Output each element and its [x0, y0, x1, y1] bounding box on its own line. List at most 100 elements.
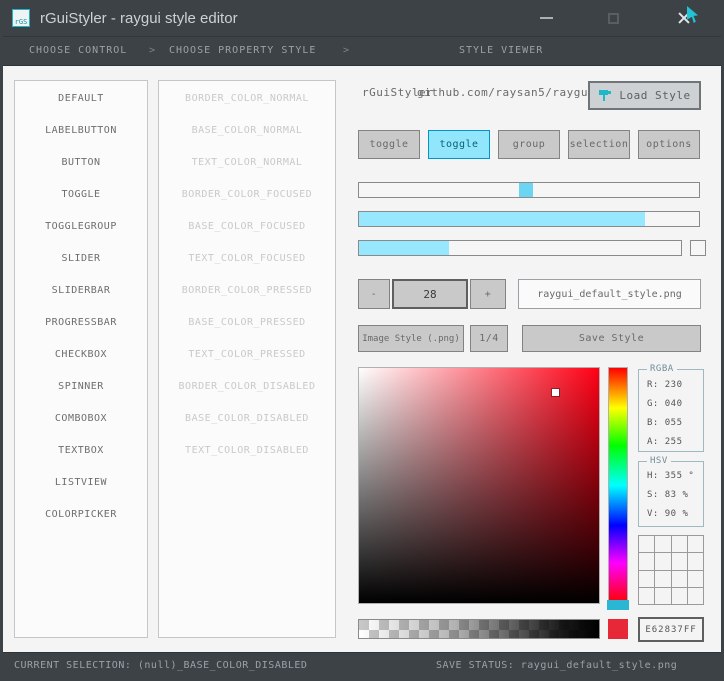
- list-item-colorpicker[interactable]: COLORPICKER: [15, 499, 147, 531]
- repo-label: github.com/raysan5/raygui: [417, 86, 596, 99]
- list-item-labelbutton[interactable]: LABELBUTTON: [15, 115, 147, 147]
- filename-textbox[interactable]: raygui_default_style.png: [518, 279, 701, 309]
- paint-roller-icon: [599, 90, 612, 101]
- spinner-minus-button[interactable]: -: [358, 279, 390, 309]
- property-style-list: BORDER_COLOR_NORMAL BASE_COLOR_NORMAL TE…: [158, 80, 336, 638]
- list-item-progressbar[interactable]: PROGRESSBAR: [15, 307, 147, 339]
- hex-value-box[interactable]: E62837FF: [638, 617, 704, 642]
- swatch-cell[interactable]: [687, 553, 703, 570]
- section-choose-property-style: CHOOSE PROPERTY STYLE: [169, 45, 317, 56]
- swatch-cell[interactable]: [639, 553, 655, 570]
- maximize-icon: [607, 12, 619, 24]
- checkbox[interactable]: [690, 240, 706, 256]
- list-item-textbox[interactable]: TEXTBOX: [15, 435, 147, 467]
- swatch-cell[interactable]: [655, 553, 671, 570]
- window-title: rGuiStyler - raygui style editor: [40, 9, 238, 27]
- swatch-cell[interactable]: [639, 587, 655, 604]
- swatch-cell[interactable]: [655, 587, 671, 604]
- list-item-combobox[interactable]: COMBOBOX: [15, 403, 147, 435]
- list-item-base-color-disabled[interactable]: BASE_COLOR_DISABLED: [159, 403, 335, 435]
- color-swatch-grid: [638, 535, 704, 605]
- minimize-icon: [539, 17, 553, 19]
- list-item-sliderbar[interactable]: SLIDERBAR: [15, 275, 147, 307]
- app-icon: rGS: [12, 9, 30, 27]
- toggle-button-3[interactable]: selection: [568, 130, 630, 159]
- slider[interactable]: [358, 182, 700, 198]
- current-selection-status: CURRENT SELECTION: (null)_BASE_COLOR_DIS…: [14, 660, 308, 671]
- rgba-a-value[interactable]: A: 255: [639, 433, 703, 452]
- swatch-cell[interactable]: [687, 570, 703, 587]
- list-item-text-color-disabled[interactable]: TEXT_COLOR_DISABLED: [159, 435, 335, 467]
- save-status: SAVE STATUS: raygui_default_style.png: [436, 660, 678, 671]
- swatch-cell[interactable]: [687, 536, 703, 553]
- load-style-label: Load Style: [619, 89, 691, 102]
- hsv-groupbox: HSV H: 355 ° S: 83 % V: 90 %: [638, 456, 704, 527]
- section-style-viewer: STYLE VIEWER: [459, 45, 544, 56]
- rgba-r-value[interactable]: R: 230: [639, 376, 703, 395]
- alpha-bar[interactable]: [358, 619, 600, 639]
- spinner-plus-button[interactable]: +: [470, 279, 506, 309]
- controls-list: DEFAULT LABELBUTTON BUTTON TOGGLE TOGGLE…: [14, 80, 148, 638]
- slider-bar[interactable]: [358, 240, 682, 256]
- hue-bar-handle[interactable]: [607, 600, 629, 610]
- app-window: rGS rGuiStyler - raygui style editor CHO…: [0, 0, 724, 681]
- swatch-cell[interactable]: [655, 570, 671, 587]
- swatch-cell[interactable]: [639, 570, 655, 587]
- titlebar: rGS rGuiStyler - raygui style editor: [3, 0, 721, 36]
- hsv-title: HSV: [647, 456, 671, 466]
- list-item-base-color-normal[interactable]: BASE_COLOR_NORMAL: [159, 115, 335, 147]
- format-count-button[interactable]: 1/4: [470, 325, 508, 352]
- statusbar: CURRENT SELECTION: (null)_BASE_COLOR_DIS…: [3, 652, 721, 679]
- list-item-default[interactable]: DEFAULT: [15, 83, 147, 115]
- slider-bar-fill: [359, 241, 449, 255]
- hsv-v-value[interactable]: V: 90 %: [639, 505, 703, 524]
- swatch-cell[interactable]: [655, 536, 671, 553]
- list-item-text-color-focused[interactable]: TEXT_COLOR_FOCUSED: [159, 243, 335, 275]
- toggle-button-4[interactable]: options: [638, 130, 700, 159]
- color-selector-marker[interactable]: [552, 389, 559, 396]
- hsv-h-value[interactable]: H: 355 °: [639, 467, 703, 486]
- list-item-base-color-pressed[interactable]: BASE_COLOR_PRESSED: [159, 307, 335, 339]
- swatch-cell[interactable]: [671, 536, 687, 553]
- list-item-listview[interactable]: LISTVIEW: [15, 467, 147, 499]
- spinner-value-box[interactable]: 28: [392, 279, 468, 309]
- swatch-cell[interactable]: [687, 587, 703, 604]
- hsv-s-value[interactable]: S: 83 %: [639, 486, 703, 505]
- section-header-bar: CHOOSE CONTROL > CHOOSE PROPERTY STYLE >…: [3, 36, 721, 66]
- slider-handle[interactable]: [519, 183, 533, 197]
- list-item-border-color-focused[interactable]: BORDER_COLOR_FOCUSED: [159, 179, 335, 211]
- toggle-button-0[interactable]: toggle: [358, 130, 420, 159]
- save-style-button[interactable]: Save Style: [522, 325, 701, 352]
- saturation-value-panel[interactable]: [358, 367, 600, 604]
- list-item-checkbox[interactable]: CHECKBOX: [15, 339, 147, 371]
- list-item-border-color-pressed[interactable]: BORDER_COLOR_PRESSED: [159, 275, 335, 307]
- list-item-togglegroup[interactable]: TOGGLEGROUP: [15, 211, 147, 243]
- list-item-border-color-normal[interactable]: BORDER_COLOR_NORMAL: [159, 83, 335, 115]
- minimize-button[interactable]: [535, 8, 557, 28]
- format-combobox[interactable]: Image Style (.png): [358, 325, 464, 352]
- current-color-swatch: [608, 619, 628, 639]
- rgba-g-value[interactable]: G: 040: [639, 395, 703, 414]
- toggle-button-1-active[interactable]: toggle: [428, 130, 490, 159]
- list-item-toggle[interactable]: TOGGLE: [15, 179, 147, 211]
- load-style-button[interactable]: Load Style: [588, 81, 701, 110]
- swatch-cell[interactable]: [671, 570, 687, 587]
- swatch-cell[interactable]: [639, 536, 655, 553]
- swatch-cell[interactable]: [671, 553, 687, 570]
- list-item-slider[interactable]: SLIDER: [15, 243, 147, 275]
- list-item-button[interactable]: BUTTON: [15, 147, 147, 179]
- list-item-spinner[interactable]: SPINNER: [15, 371, 147, 403]
- toggle-button-2[interactable]: group: [498, 130, 560, 159]
- maximize-button[interactable]: [602, 8, 624, 28]
- swatch-cell[interactable]: [671, 587, 687, 604]
- progress-bar: [358, 211, 700, 227]
- list-item-border-color-disabled[interactable]: BORDER_COLOR_DISABLED: [159, 371, 335, 403]
- rgba-b-value[interactable]: B: 055: [639, 414, 703, 433]
- rgba-groupbox: RGBA R: 230 G: 040 B: 055 A: 255: [638, 364, 704, 452]
- list-item-text-color-pressed[interactable]: TEXT_COLOR_PRESSED: [159, 339, 335, 371]
- list-item-text-color-normal[interactable]: TEXT_COLOR_NORMAL: [159, 147, 335, 179]
- section-choose-control: CHOOSE CONTROL: [29, 45, 128, 56]
- progress-bar-fill: [359, 212, 645, 226]
- list-item-base-color-focused[interactable]: BASE_COLOR_FOCUSED: [159, 211, 335, 243]
- hue-bar[interactable]: [608, 367, 628, 604]
